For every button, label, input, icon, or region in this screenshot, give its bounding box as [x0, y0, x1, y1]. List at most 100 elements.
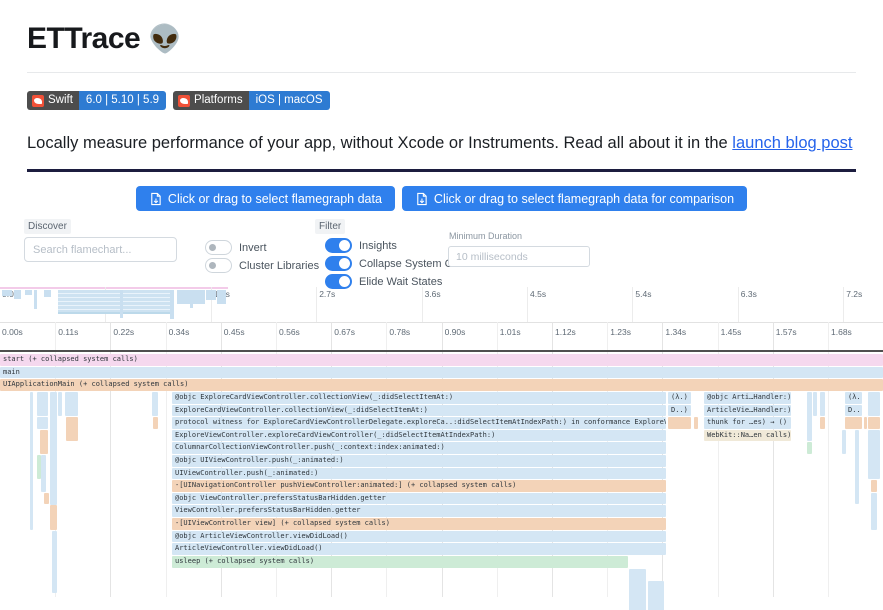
flamegraph-frame[interactable] — [813, 392, 817, 416]
flamegraph-frame[interactable]: ArticleViewController.viewDidLoad() — [172, 543, 666, 555]
flamegraph-frame[interactable]: (λ.. — [845, 392, 862, 404]
toggle-switch[interactable] — [325, 256, 352, 271]
badge-label: Platforms — [194, 91, 243, 110]
flamegraph-frame[interactable] — [820, 392, 825, 416]
flamegraph-frame[interactable]: @objc ArticleViewController.viewDidLoad(… — [172, 531, 666, 543]
detail-tick-label: 0.34s — [169, 327, 190, 337]
flamegraph-frame[interactable]: @objc ViewController.prefersStatusBarHid… — [172, 493, 666, 505]
flamegraph-frame[interactable] — [845, 417, 862, 429]
flamegraph-frame[interactable] — [855, 430, 859, 505]
flamegraph-frame[interactable] — [868, 430, 880, 480]
flamegraph-frame[interactable] — [50, 505, 57, 529]
search-input[interactable] — [24, 237, 177, 262]
select-flamegraph-comparison-button[interactable]: Click or drag to select flamegraph data … — [402, 186, 747, 211]
button-label: Click or drag to select flamegraph data … — [434, 192, 734, 206]
toggle-switch[interactable] — [205, 240, 232, 255]
overview-silhouette-block[interactable] — [14, 290, 21, 299]
flamegraph-frame[interactable] — [153, 417, 158, 429]
flamegraph-frame[interactable] — [44, 493, 49, 505]
overview-silhouette-block[interactable] — [2, 290, 12, 296]
file-icon — [415, 192, 428, 206]
overview-silhouette-block[interactable] — [170, 290, 174, 319]
flamegraph-frame[interactable] — [52, 531, 57, 593]
overview-silhouette-block[interactable] — [25, 290, 32, 295]
flamegraph-frame[interactable] — [820, 417, 825, 429]
flamegraph-frame[interactable] — [66, 417, 78, 441]
flamegraph-frame[interactable]: ViewController.prefersStatusBarHidden.ge… — [172, 505, 666, 517]
overview-silhouette-block[interactable] — [58, 290, 173, 314]
swift-logo-icon — [32, 95, 44, 107]
flamegraph-frame[interactable] — [694, 417, 698, 429]
flamegraph-frame[interactable]: @objc Arti…Handler:) — [704, 392, 791, 404]
flamegraph-frame[interactable] — [629, 569, 646, 610]
overview-silhouette-block[interactable] — [44, 290, 51, 297]
flamegraph-frame[interactable]: ArticleVie…Handler:) — [704, 405, 791, 417]
launch-blog-post-link[interactable]: launch blog post — [732, 134, 852, 152]
flamegraph-frame[interactable]: ExploreViewController.exploreCardViewCon… — [172, 430, 666, 442]
flamegraph-frame[interactable]: -[UINavigationController pushViewControl… — [172, 480, 666, 492]
toggle-switch[interactable] — [325, 238, 352, 253]
flamegraph-frame[interactable]: thunk for …es) → () — [704, 417, 791, 429]
flamegraph-frame[interactable]: UIApplicationMain (+ collapsed system ca… — [0, 379, 883, 391]
flamegraph-frame[interactable] — [864, 417, 867, 429]
flamegraph-frame[interactable] — [648, 581, 664, 610]
minimum-duration-label: Minimum Duration — [449, 231, 522, 241]
flamegraph-frame[interactable]: ExploreCardViewController.collectionView… — [172, 405, 666, 417]
flamegraph-frame[interactable] — [868, 392, 880, 416]
flamegraph-frame[interactable] — [40, 430, 48, 454]
flamegraph-frame[interactable] — [37, 392, 48, 416]
flamegraph-frame[interactable]: ColumnarCollectionViewController.push(_:… — [172, 442, 666, 454]
flamegraph-frame[interactable]: -[UIViewController view] (+ collapsed sy… — [172, 518, 666, 530]
page-title-text: ETTrace — [27, 22, 140, 55]
overview-silhouette-block[interactable] — [34, 290, 37, 309]
flamegraph-frame[interactable]: @objc ExploreCardViewController.collecti… — [172, 392, 666, 404]
overview-silhouette-block[interactable] — [217, 290, 226, 304]
badge-row: Swift 6.0 | 5.10 | 5.9 Platforms iOS | m… — [27, 91, 330, 110]
flamegraph-frame[interactable] — [668, 417, 691, 429]
flamegraph-frame[interactable] — [65, 392, 78, 416]
flamegraph-frame[interactable] — [807, 442, 812, 454]
detail-tick-label: 1.57s — [776, 327, 797, 337]
flamegraph-frame[interactable]: (λ.) — [668, 392, 691, 404]
toggle-knob — [207, 242, 218, 253]
toggle-knob — [207, 260, 218, 271]
flamegraph-frame[interactable] — [50, 392, 57, 505]
flamegraph[interactable]: 0.0s0.9s1.8s2.7s3.6s4.5s5.4s6.3s7.2s0.00… — [0, 287, 883, 610]
flamegraph-frame[interactable] — [37, 417, 48, 429]
flamegraph-frame[interactable] — [807, 392, 812, 442]
toggle-switch[interactable] — [205, 258, 232, 273]
flamegraph-frame[interactable] — [152, 392, 158, 416]
flamegraph-frame[interactable] — [842, 430, 846, 454]
flamegraph-frame[interactable]: protocol witness for ExploreCardViewCont… — [172, 417, 666, 429]
flamegraph-frame[interactable]: D.. — [845, 405, 862, 417]
flamegraph-frame[interactable] — [58, 392, 62, 416]
minimum-duration-input[interactable] — [448, 246, 590, 267]
overview-gridline — [422, 287, 423, 322]
flamegraph-frame[interactable]: D..) — [668, 405, 691, 417]
detail-tick-label: 0.00s — [2, 327, 23, 337]
overview-gridline — [632, 287, 633, 322]
overview-tick-label: 5.4s — [635, 289, 651, 299]
header-divider — [27, 72, 856, 73]
select-flamegraph-data-button[interactable]: Click or drag to select flamegraph data — [136, 186, 395, 211]
overview-gridline — [843, 287, 844, 322]
flamegraph-frame[interactable] — [871, 493, 877, 530]
flamegraph-frame[interactable]: usleep (+ collapsed system calls) — [172, 556, 628, 568]
flamegraph-frame[interactable] — [868, 417, 880, 429]
detail-tick-label: 0.67s — [334, 327, 355, 337]
section-divider — [27, 169, 856, 172]
detail-tick-label: 1.68s — [831, 327, 852, 337]
flamegraph-frame[interactable]: UIViewController.push(_:animated:) — [172, 468, 666, 480]
overview-silhouette-block[interactable] — [190, 290, 193, 308]
flamegraph-frame[interactable]: @objc UIViewController.push(_:animated:) — [172, 455, 666, 467]
flamegraph-frame[interactable]: WebKit::Na…en calls) — [704, 430, 791, 442]
overview-silhouette-block[interactable] — [120, 290, 123, 318]
flamegraph-frame[interactable]: main — [0, 367, 883, 379]
toggle-cluster-libraries: Cluster Libraries — [205, 258, 319, 273]
flamegraph-frame[interactable] — [871, 480, 877, 492]
flamegraph-frame[interactable]: start (+ collapsed system calls) — [0, 354, 883, 366]
flamegraph-frame[interactable] — [41, 455, 46, 492]
detail-tick-label: 1.34s — [665, 327, 686, 337]
flamegraph-frame[interactable] — [30, 392, 33, 530]
overview-silhouette-block[interactable] — [206, 290, 216, 300]
